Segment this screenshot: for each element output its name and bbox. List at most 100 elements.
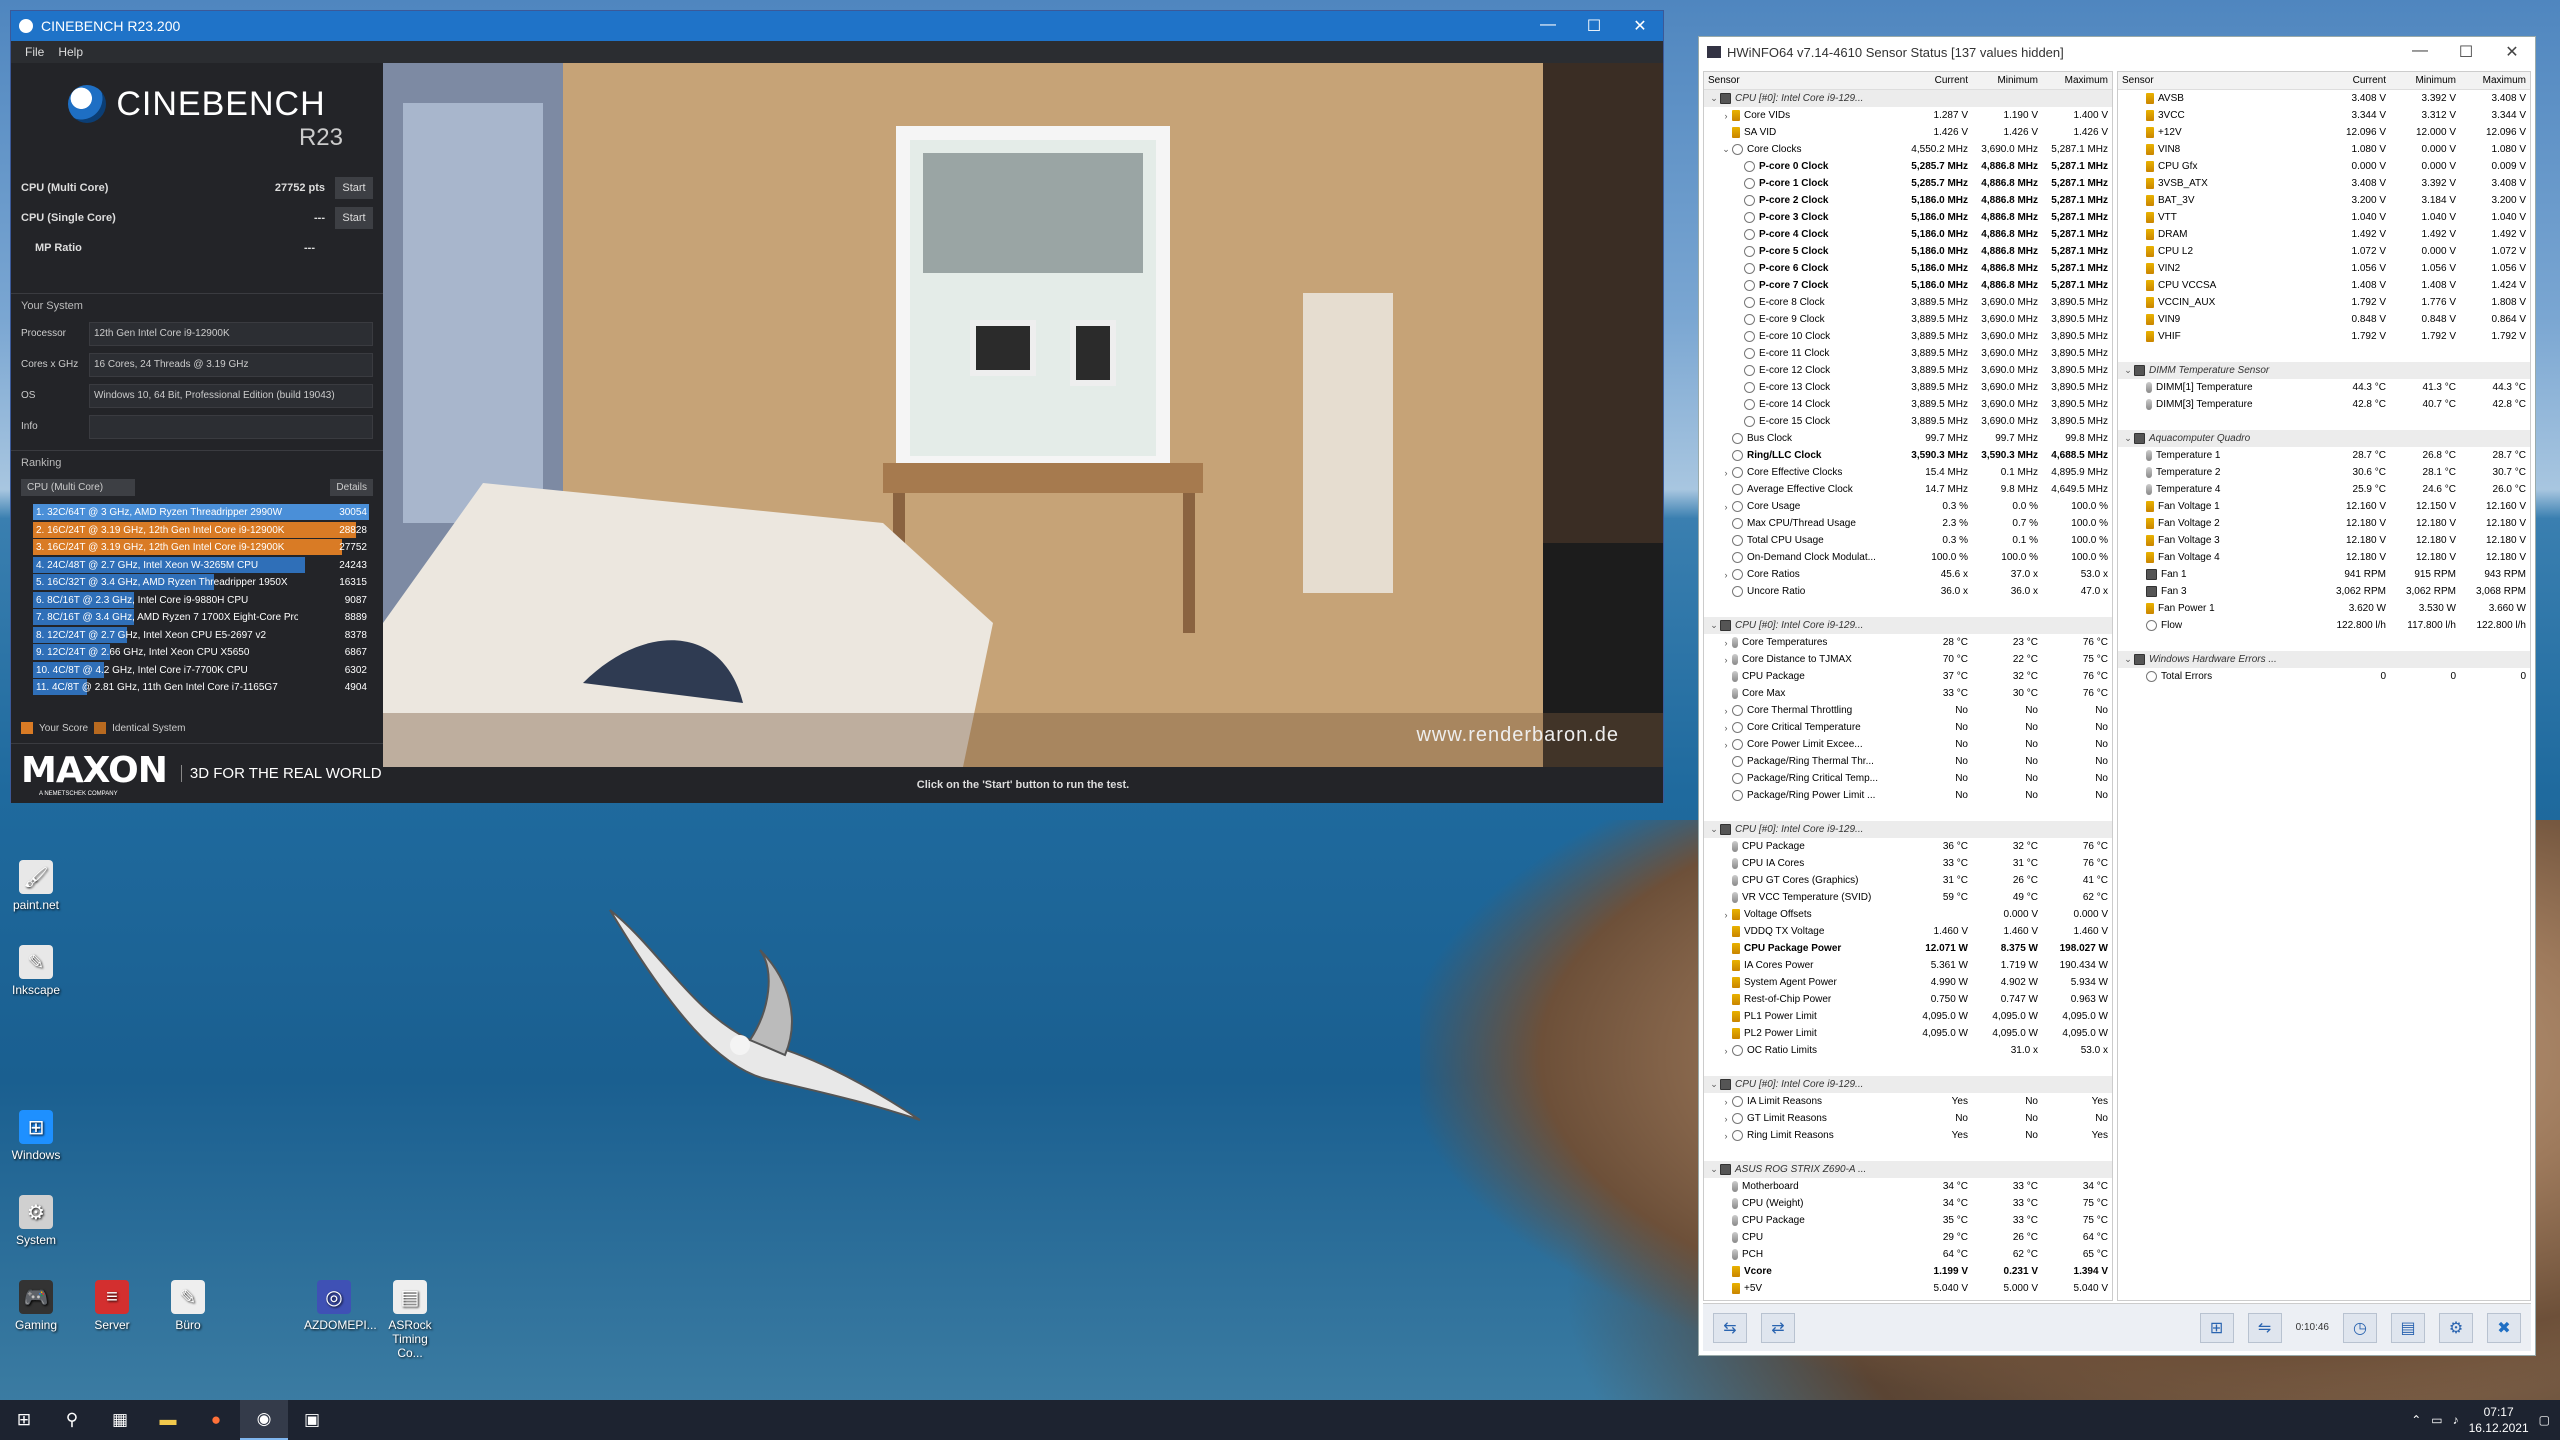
sensor-row[interactable]: › Core Usage 0.3 % 0.0 % 100.0 % — [1704, 498, 2112, 515]
sensor-row[interactable]: CPU Package 35 °C 33 °C 75 °C — [1704, 1212, 2112, 1229]
sensor-row[interactable]: P-core 4 Clock 5,186.0 MHz 4,886.8 MHz 5,28… — [1704, 226, 2112, 243]
settings-icon[interactable]: ⚙ — [2439, 1312, 2473, 1343]
sensor-group-header[interactable]: ⌄ CPU [#0]: Intel Core i9-129... — [1704, 821, 2112, 838]
rank-item[interactable]: 11. 4C/8T @ 2.81 GHz, 11th Gen Intel Cor… — [33, 679, 369, 696]
calculator-icon[interactable]: ▦ — [96, 1400, 144, 1440]
sensor-row[interactable]: Fan 3 3,062 RPM 3,062 RPM 3,068 RPM — [2118, 583, 2530, 600]
sensor-row[interactable]: PL2 Power Limit 4,095.0 W 4,095.0 W 4,095.0… — [1704, 1025, 2112, 1042]
firefox-icon[interactable]: ● — [192, 1400, 240, 1440]
rank-item[interactable]: 4. 24C/48T @ 2.7 GHz, Intel Xeon W-3265M… — [33, 556, 369, 574]
sensor-row[interactable]: Package/Ring Power Limit ... No No No — [1704, 787, 2112, 804]
header-minimum[interactable]: Minimum — [1972, 75, 2042, 86]
sensor-row[interactable]: Flow 122.800 l/h 117.800 l/h 122.800 l/h — [2118, 617, 2530, 634]
sensor-group-header[interactable]: ⌄ DIMM Temperature Sensor — [2118, 362, 2530, 379]
clock-icon[interactable]: ◷ — [2343, 1312, 2377, 1343]
menu-file[interactable]: File — [25, 45, 44, 59]
report-icon[interactable]: ⇋ — [2247, 1312, 2282, 1343]
close-icon[interactable]: ✕ — [1617, 16, 1663, 36]
sensor-pane-right[interactable]: Sensor Current Minimum Maximum AVSB 3.408… — [2117, 71, 2531, 1301]
chevron-down-icon[interactable]: ⌄ — [2122, 433, 2134, 444]
header-sensor[interactable]: Sensor — [1704, 75, 1902, 86]
notifications-icon[interactable]: ▢ — [2539, 1413, 2550, 1427]
maximize-icon[interactable]: ☐ — [1571, 16, 1617, 36]
sensor-row[interactable]: Fan Voltage 4 12.180 V 12.180 V 12.180 V — [2118, 549, 2530, 566]
sensor-row[interactable]: Fan Voltage 3 12.180 V 12.180 V 12.180 V — [2118, 532, 2530, 549]
header-current[interactable]: Current — [2320, 75, 2390, 86]
sensor-row[interactable]: Core Max 33 °C 30 °C 76 °C — [1704, 685, 2112, 702]
sensor-row[interactable]: E-core 15 Clock 3,889.5 MHz 3,690.0 MHz 3,8… — [1704, 413, 2112, 430]
details-button[interactable]: Details — [330, 479, 373, 496]
sensor-row[interactable]: › IA Limit Reasons Yes No Yes — [1704, 1093, 2112, 1110]
desktop-icon[interactable]: 🖌 paint.net — [6, 860, 66, 912]
chevron-right-icon[interactable]: › — [1720, 655, 1732, 665]
header-maximum[interactable]: Maximum — [2460, 75, 2530, 86]
sensor-row[interactable]: VIN8 1.080 V 0.000 V 1.080 V — [2118, 141, 2530, 158]
hwinfo-taskbar-icon[interactable]: ▣ — [288, 1400, 336, 1440]
sensor-row[interactable]: E-core 8 Clock 3,889.5 MHz 3,690.0 MHz 3,89… — [1704, 294, 2112, 311]
chevron-right-icon[interactable]: › — [1720, 740, 1732, 750]
sensor-row[interactable]: VR VCC Temperature (SVID) 59 °C 49 °C 62 °C — [1704, 889, 2112, 906]
chevron-right-icon[interactable]: › — [1720, 1131, 1732, 1141]
start-multi-core-button[interactable]: Start — [335, 177, 373, 199]
sensor-row[interactable]: Fan Voltage 1 12.160 V 12.150 V 12.160 V — [2118, 498, 2530, 515]
maximize-icon[interactable]: ☐ — [2443, 42, 2489, 62]
close-x-icon[interactable]: ✖ — [2487, 1312, 2521, 1343]
sensor-row[interactable]: CPU VCCSA 1.408 V 1.408 V 1.424 V — [2118, 277, 2530, 294]
desktop-icon[interactable]: ✎ Inkscape — [6, 945, 66, 997]
header-current[interactable]: Current — [1902, 75, 1972, 86]
sensor-pane-left[interactable]: Sensor Current Minimum Maximum ⌄ CPU [#0]… — [1703, 71, 2113, 1301]
sensor-row[interactable]: DRAM 1.492 V 1.492 V 1.492 V — [2118, 226, 2530, 243]
sensor-row[interactable]: E-core 11 Clock 3,889.5 MHz 3,690.0 MHz 3,8… — [1704, 345, 2112, 362]
chevron-down-icon[interactable]: ⌄ — [1708, 620, 1720, 631]
sensor-row[interactable]: › GT Limit Reasons No No No — [1704, 1110, 2112, 1127]
chevron-down-icon[interactable]: ⌄ — [2122, 365, 2134, 376]
minimize-icon[interactable]: — — [2397, 42, 2443, 62]
sensor-row[interactable]: Fan Voltage 2 12.180 V 12.180 V 12.180 V — [2118, 515, 2530, 532]
sensor-row[interactable]: CPU Package 36 °C 32 °C 76 °C — [1704, 838, 2112, 855]
desktop-icon[interactable]: ◎ AZDOMEPI... — [304, 1280, 377, 1332]
sensor-row[interactable]: P-core 5 Clock 5,186.0 MHz 4,886.8 MHz 5,28… — [1704, 243, 2112, 260]
sensor-group-header[interactable]: ⌄ Aquacomputer Quadro — [2118, 430, 2530, 447]
sensor-row[interactable]: CPU 29 °C 26 °C 64 °C — [1704, 1229, 2112, 1246]
sensor-row[interactable]: P-core 1 Clock 5,285.7 MHz 4,886.8 MHz 5,28… — [1704, 175, 2112, 192]
chevron-right-icon[interactable]: › — [1720, 111, 1732, 121]
sensor-row[interactable]: CPU (Weight) 34 °C 33 °C 75 °C — [1704, 1195, 2112, 1212]
sensor-group-header[interactable]: ⌄ CPU [#0]: Intel Core i9-129... — [1704, 617, 2112, 634]
chevron-right-icon[interactable]: › — [1720, 570, 1732, 580]
desktop-icon[interactable]: ≡ Server — [82, 1280, 142, 1332]
sensor-row[interactable]: Package/Ring Critical Temp... No No No — [1704, 770, 2112, 787]
sensor-row[interactable]: CPU L2 1.072 V 0.000 V 1.072 V — [2118, 243, 2530, 260]
sensor-row[interactable]: Motherboard 34 °C 33 °C 34 °C — [1704, 1178, 2112, 1195]
rank-item[interactable]: 7. 8C/16T @ 3.4 GHz, AMD Ryzen 7 1700X E… — [33, 609, 369, 626]
sensor-row[interactable]: Package/Ring Thermal Thr... No No No — [1704, 753, 2112, 770]
sensor-row[interactable]: 3VCC 3.344 V 3.312 V 3.344 V — [2118, 107, 2530, 124]
cinebench-taskbar-icon[interactable]: ◉ — [240, 1400, 288, 1440]
rank-item[interactable]: 3. 16C/24T @ 3.19 GHz, 12th Gen Intel Co… — [33, 539, 369, 556]
sensor-row[interactable]: P-core 3 Clock 5,186.0 MHz 4,886.8 MHz 5,28… — [1704, 209, 2112, 226]
sensor-group-header[interactable]: ⌄ CPU [#0]: Intel Core i9-129... — [1704, 1076, 2112, 1093]
desktop-icon[interactable]: ✎ Büro — [158, 1280, 218, 1332]
sensor-row[interactable]: Total CPU Usage 0.3 % 0.1 % 100.0 % — [1704, 532, 2112, 549]
chevron-down-icon[interactable]: ⌄ — [2122, 654, 2134, 665]
clock[interactable]: 07:17 16.12.2021 — [2469, 1404, 2529, 1436]
sensor-row[interactable]: › Core Temperatures 28 °C 23 °C 76 °C — [1704, 634, 2112, 651]
system-value[interactable] — [89, 414, 373, 439]
sensor-row[interactable]: BAT_3V 3.200 V 3.184 V 3.200 V — [2118, 192, 2530, 209]
chevron-right-icon[interactable]: › — [1720, 1046, 1732, 1056]
desktop-icon[interactable]: ⚙ System — [6, 1195, 66, 1247]
chevron-down-icon[interactable]: ⌄ — [1708, 1164, 1720, 1175]
search-icon[interactable]: ⚲ — [48, 1400, 96, 1440]
chevron-right-icon[interactable]: › — [1720, 502, 1732, 512]
chevron-right-icon[interactable]: › — [1720, 706, 1732, 716]
start-single-core-button[interactable]: Start — [335, 207, 373, 229]
chevron-right-icon[interactable]: › — [1720, 468, 1732, 478]
sensor-group-header[interactable]: ⌄ ASUS ROG STRIX Z690-A ... — [1704, 1161, 2112, 1178]
rank-item[interactable]: 1. 32C/64T @ 3 GHz, AMD Ryzen Threadripp… — [33, 504, 369, 521]
sensor-group-header[interactable]: ⌄ CPU [#0]: Intel Core i9-129... — [1704, 90, 2112, 107]
sensor-row[interactable]: Uncore Ratio 36.0 x 36.0 x 47.0 x — [1704, 583, 2112, 600]
sensor-row[interactable]: › Core Thermal Throttling No No No — [1704, 702, 2112, 719]
chevron-up-icon[interactable]: ⌃ — [2411, 1413, 2421, 1427]
sensor-row[interactable]: E-core 10 Clock 3,889.5 MHz 3,690.0 MHz 3,8… — [1704, 328, 2112, 345]
sensor-row[interactable]: E-core 14 Clock 3,889.5 MHz 3,690.0 MHz 3,8… — [1704, 396, 2112, 413]
sensor-row[interactable]: Fan Power 1 3.620 W 3.530 W 3.660 W — [2118, 600, 2530, 617]
